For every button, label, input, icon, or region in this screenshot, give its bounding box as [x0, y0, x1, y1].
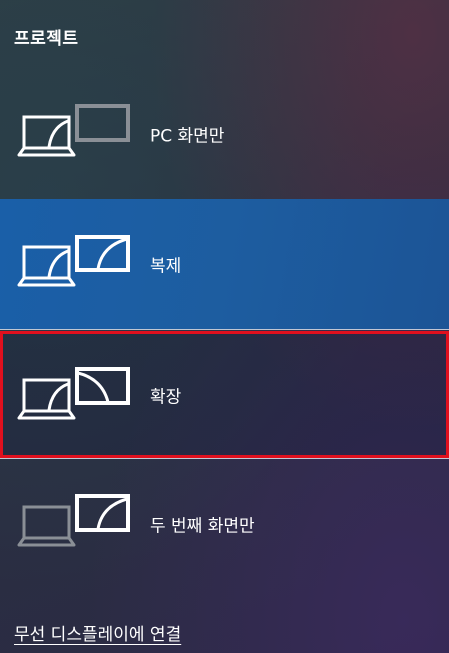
mode-label: 확장 — [150, 387, 182, 407]
mode-label: 복제 — [150, 256, 182, 277]
panel-title: 프로젝트 — [14, 29, 79, 49]
mode-duplicate-button[interactable]: 복제 — [0, 199, 449, 329]
divider — [0, 329, 449, 330]
mode-label: PC 화면만 — [150, 126, 225, 147]
mode-extend-button[interactable]: 확장 — [0, 331, 449, 458]
connect-wireless-display-link[interactable]: 무선 디스플레이에 연결 — [14, 620, 181, 645]
mode-second-screen-only-button[interactable]: 두 번째 화면만 — [0, 459, 449, 589]
mode-pc-screen-only-button[interactable]: PC 화면만 — [0, 69, 449, 199]
pc-screen-only-icon — [16, 69, 132, 199]
mode-label: 두 번째 화면만 — [150, 516, 255, 537]
duplicate-icon — [16, 199, 132, 329]
extend-icon — [16, 332, 132, 462]
second-screen-only-icon — [16, 459, 132, 589]
